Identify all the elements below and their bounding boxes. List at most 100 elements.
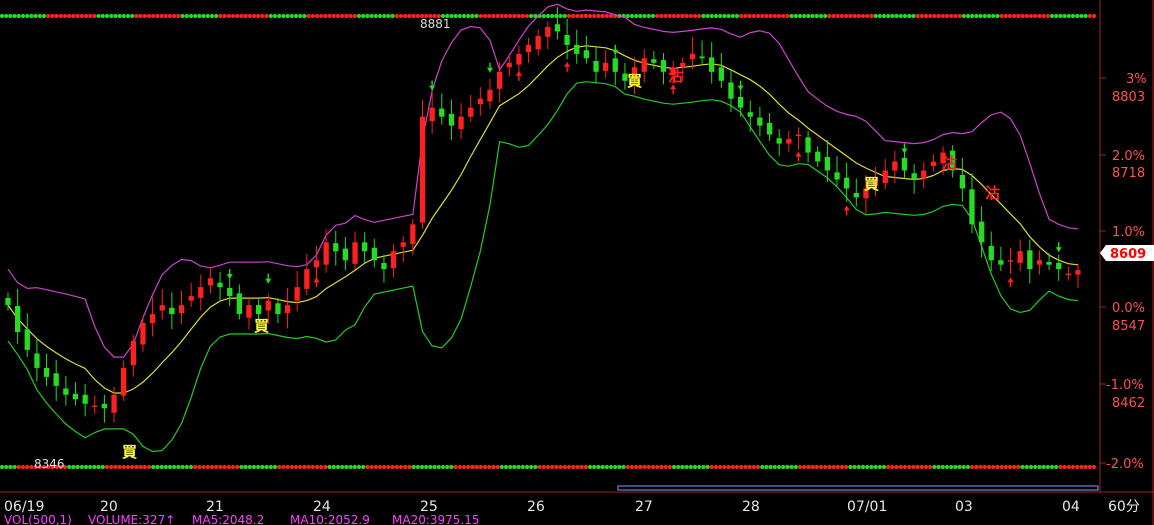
candle-body [583,50,589,59]
price-tick-1: 8718 [1112,166,1145,181]
signal-dot [621,464,626,470]
signal-dot [314,13,320,19]
signal-dot [604,464,609,470]
candle-body [284,305,291,314]
signal-dot [188,464,194,470]
signal-dot [634,13,639,19]
signal-dot [1075,13,1080,19]
signal-dot [701,13,706,19]
signal-dot [600,13,605,19]
signal-dot [176,13,181,19]
candle-body [853,192,859,198]
signal-dot [1007,464,1013,470]
candle-body [15,306,21,332]
pct-tick-3: 0.0% [1112,301,1145,316]
signal-dot [923,13,929,19]
signal-dot [54,13,59,19]
signal-dot [587,464,593,470]
signal-dot [562,13,567,19]
signal-dot [827,464,832,470]
signal-dot [172,464,177,470]
candle-body [998,260,1004,265]
signal-dot [680,464,685,470]
last-price-value: 8609 [1110,247,1146,262]
time-scrollbar[interactable] [617,485,1099,491]
signal-dot [268,13,273,19]
signal-dot [995,464,1000,470]
signal-dot [692,464,698,470]
candle-body [776,138,782,144]
signal-dot [365,13,370,19]
signal-dot [79,13,84,19]
signal-dot [802,464,807,470]
signal-dot [999,464,1004,470]
sell-signal-label: 沽 [985,184,1000,202]
candle-body [911,173,917,180]
signal-dot [554,464,559,470]
signal-dot [839,13,845,19]
signal-dot [113,464,118,470]
candlestick-chart: 買買買買沽沽沽 8881 8346 3% 8803 2.0% 8718 1.0%… [0,0,1154,525]
candle-body [747,112,753,117]
signal-dot [529,464,534,470]
signal-dot [134,464,139,470]
signal-dot [104,464,110,470]
signal-dot [537,464,542,470]
signal-dot [331,464,336,470]
signal-dot [214,13,219,19]
last-price-box: 8609 [1100,245,1154,262]
signal-dot [1033,13,1038,19]
signal-dot [285,13,290,19]
candle-body [294,287,300,301]
signal-dot [692,13,698,19]
signal-dot [235,13,240,19]
signal-dot [1037,464,1042,470]
signal-dot [100,13,105,19]
signal-dot [797,13,803,19]
signal-dot [764,464,769,470]
signal-dot [684,464,689,470]
signal-dot [495,464,500,470]
signal-dot [377,13,383,19]
signal-dot [8,464,13,470]
signal-dot [155,13,160,19]
candle-body [930,161,937,166]
signal-dot [1041,464,1046,470]
signal-dot [860,13,866,19]
buy-signal-label: 買 [122,443,137,461]
signal-dot [1062,13,1067,19]
signal-dot [222,464,227,470]
signal-dot [886,464,891,470]
candle-body [304,269,310,289]
signal-dot [67,13,72,19]
signal-dot [151,464,156,470]
candle-body [149,314,156,324]
signal-dot [890,13,895,19]
signal-dot [848,464,853,470]
signal-dot [239,13,244,19]
middle-bollinger-band [7,45,1079,394]
candle-body [1065,273,1071,276]
signal-dot [919,13,924,19]
signal-dot [29,464,34,470]
signal-dot [907,13,912,19]
signal-dot [369,13,374,19]
candle-body [1036,260,1043,265]
signal-dot [852,13,857,19]
candle-body [901,157,908,171]
signal-dot [46,13,51,19]
candle-body [805,137,811,153]
candle-body [130,341,136,366]
signal-dot [298,464,303,470]
signal-dot [974,464,979,470]
signal-dot [655,13,660,19]
timeframe-label[interactable]: 60分 [1108,499,1140,515]
signal-dot [180,13,185,19]
signal-dot [167,464,173,470]
signal-dot [335,13,341,19]
signal-dot [1070,13,1076,19]
signal-dot [873,464,878,470]
signal-dot [92,464,97,470]
down-arrow-icon [486,62,493,73]
candle-body [506,62,512,68]
